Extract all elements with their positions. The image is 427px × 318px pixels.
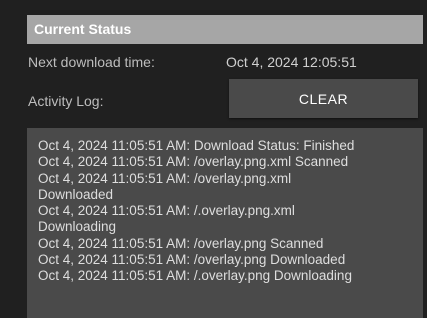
log-line: Oct 4, 2024 11:05:51 AM: Download Status… [38, 138, 355, 153]
clear-button[interactable]: CLEAR [229, 79, 418, 118]
log-line: Oct 4, 2024 11:05:51 AM: /overlay.png Sc… [38, 235, 324, 251]
current-status-header: Current Status [27, 15, 423, 44]
log-line: Oct 4, 2024 11:05:51 AM: /.overlay.png D… [38, 268, 352, 284]
next-download-label: Next download time: [28, 54, 155, 70]
next-download-value: Oct 4, 2024 12:05:51 [226, 54, 357, 70]
current-status-title: Current Status [34, 21, 132, 37]
log-line: Oct 4, 2024 11:05:51 AM: /overlay.png.xm… [38, 170, 292, 186]
log-line: Oct 4, 2024 11:05:51 AM: /.overlay.png.x… [38, 203, 295, 219]
activity-log-panel[interactable]: Oct 4, 2024 11:05:51 AM: Download Status… [27, 128, 423, 318]
log-line: Downloading [38, 219, 117, 235]
log-line: Downloaded [38, 186, 114, 202]
log-line: Oct 4, 2024 11:05:51 AM: /overlay.png.xm… [38, 154, 349, 170]
activity-log-label: Activity Log: [28, 93, 104, 109]
log-line: Oct 4, 2024 11:05:51 AM: /overlay.png Do… [38, 252, 346, 268]
